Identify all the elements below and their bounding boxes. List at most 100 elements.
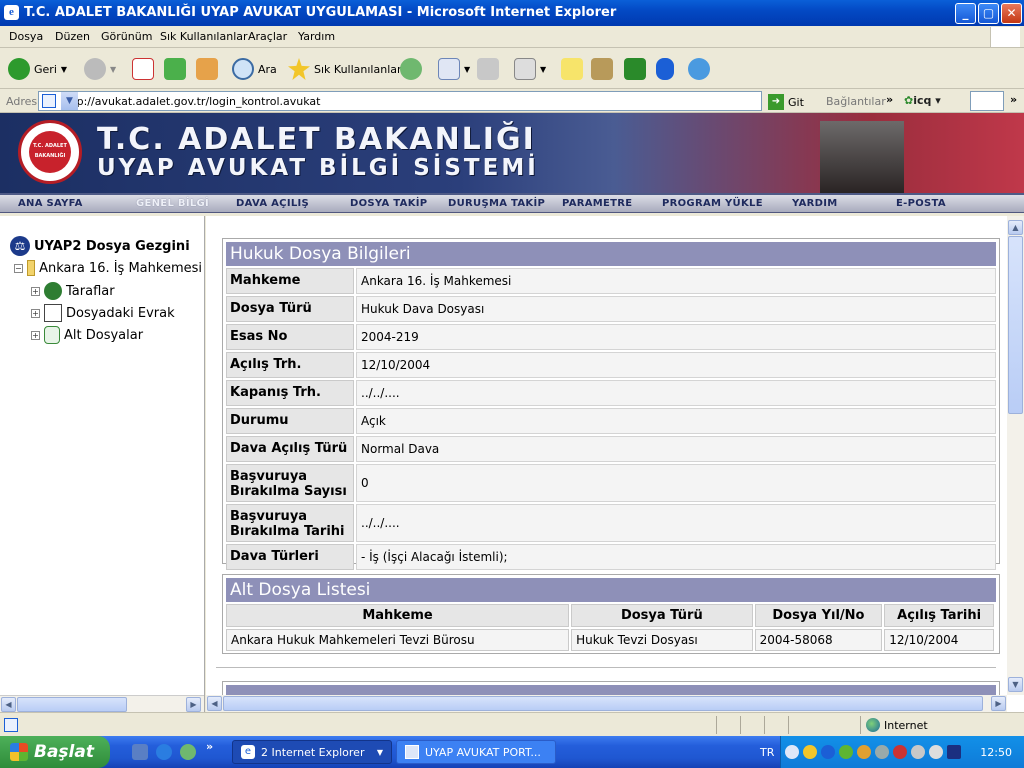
ie-quicklaunch-icon[interactable] [156,744,172,760]
sub-file-title: Alt Dosya Listesi [226,578,996,602]
menu-araclar[interactable]: Araçlar [248,30,287,43]
bluetooth-tray-icon[interactable] [821,745,835,759]
favorites-label: Sık Kullanılanlar [314,62,402,76]
minimize-button[interactable]: _ [955,3,976,24]
ie-icon: e [4,5,19,20]
nav-durusma-takip[interactable]: DURUŞMA TAKİP [448,198,545,209]
left-horizontal-scrollbar[interactable]: ◀ ▶ [0,695,204,712]
tray-icon[interactable] [911,745,925,759]
links-label[interactable]: Bağlantılar [826,95,886,108]
sub-file-card: Alt Dosya Listesi Mahkeme Dosya Türü Dos… [222,574,1000,654]
icq-flower-icon [624,58,646,80]
chevron-icon[interactable]: » [1010,93,1017,106]
favorites-button[interactable]: Sık Kullanılanlar [288,57,402,81]
discuss-button[interactable] [561,57,583,81]
maximize-button[interactable]: ▢ [978,3,999,24]
go-button[interactable]: ➜ Git [768,94,804,110]
tray-expand-icon[interactable] [785,745,799,759]
scroll-up-icon[interactable]: ▲ [1008,220,1023,235]
icq-search-input[interactable] [970,91,1004,111]
scroll-right-icon[interactable]: ▶ [991,696,1006,711]
search-button[interactable]: Ara [232,57,277,81]
vertical-scrollbar[interactable]: ▲ ▼ [1007,216,1024,695]
stop-button[interactable] [132,57,154,81]
search-label: Ara [258,62,277,76]
horizontal-scroll-thumb[interactable] [223,696,983,711]
horizontal-scrollbar[interactable]: ◀ ▶ [206,695,1007,712]
tray-icon[interactable] [803,745,817,759]
tray-icon[interactable] [857,745,871,759]
edit-button[interactable]: ▼ [514,57,546,81]
info-key: Başvuruya Bırakılma Tarihi [226,504,354,542]
language-indicator[interactable]: TR [760,746,774,759]
address-input[interactable]: http://avukat.adalet.gov.tr/login_kontro… [38,91,762,111]
forward-button[interactable]: ▼ [84,57,116,81]
clock[interactable]: 12:50 [980,746,1012,759]
tree-node-taraflar[interactable]: + Taraflar [31,282,115,300]
menu-yardim[interactable]: Yardım [298,30,335,43]
table-row[interactable]: Ankara Hukuk Mahkemeleri Tevzi Bürosu Hu… [226,629,996,651]
nav-dava-acilis[interactable]: DAVA AÇILIŞ [236,198,309,209]
bluetooth-icon [656,58,674,80]
window-titlebar[interactable]: e T.C. ADALET BAKANLIĞI UYAP AVUKAT UYGU… [0,0,1024,26]
vertical-scroll-thumb[interactable] [1008,236,1023,414]
expand-icon[interactable]: + [31,286,40,296]
nav-program-yukle[interactable]: PROGRAM YÜKLE [662,198,763,209]
nav-dosya-takip[interactable]: DOSYA TAKİP [350,198,427,209]
info-key: Esas No [226,324,354,350]
star-icon [288,58,310,80]
menu-favorites[interactable]: Sık Kullanılanlar [160,30,248,43]
menu-duzen[interactable]: Düzen [55,30,90,43]
history-button[interactable] [400,57,422,81]
messenger-quicklaunch-icon[interactable] [180,744,196,760]
nav-ana-sayfa[interactable]: ANA SAYFA [18,198,83,209]
tray-icon[interactable] [839,745,853,759]
tree-node-court[interactable]: − Ankara 16. İş Mahkemesi [14,260,202,276]
taskbar: Başlat » e 2 Internet Explorer ▼ UYAP AV… [0,736,1024,768]
scroll-left-icon[interactable]: ◀ [1,697,16,712]
tray-icon[interactable] [893,745,907,759]
nav-e-posta[interactable]: E-POSTA [896,198,946,209]
back-button[interactable]: Geri ▼ [8,57,67,81]
research-button[interactable] [591,57,613,81]
taskbar-ie-group[interactable]: e 2 Internet Explorer ▼ [232,740,392,764]
chevron-icon[interactable]: » [886,93,893,106]
menu-bar: Dosya Düzen Görünüm Sık Kullanılanlar Ar… [0,26,1024,48]
bluetooth-button[interactable] [656,57,674,81]
home-button[interactable] [196,57,218,81]
expand-icon[interactable]: + [31,308,40,318]
scroll-down-icon[interactable]: ▼ [1008,677,1023,692]
collapse-icon[interactable]: − [14,263,23,273]
info-value: Hukuk Dava Dosyası [356,296,996,322]
scroll-thumb[interactable] [17,697,127,712]
tree-node-evrak[interactable]: + Dosyadaki Evrak [31,304,175,322]
nav-parametre[interactable]: PARAMETRE [562,198,632,209]
ie-icon: e [241,745,255,759]
edit-icon [514,58,536,80]
address-dropdown-icon[interactable]: ▼ [61,92,78,110]
start-button[interactable]: Başlat [0,736,110,768]
refresh-button[interactable] [164,57,186,81]
icq-toolbar-button[interactable] [624,57,646,81]
scroll-left-icon[interactable]: ◀ [207,696,222,711]
icq-button[interactable]: ✿icq ▾ [904,94,941,107]
tree-root[interactable]: ⚖ UYAP2 Dosya Gezgini [10,236,190,256]
menu-dosya[interactable]: Dosya [9,30,43,43]
volume-icon[interactable] [929,745,943,759]
expand-icon[interactable]: + [31,330,40,340]
nav-genel-bilgi[interactable]: GENEL BİLGİ [136,198,209,209]
nav-yardim[interactable]: YARDIM [792,198,838,209]
scroll-right-icon[interactable]: ▶ [186,697,201,712]
close-button[interactable]: ✕ [1001,3,1022,24]
messenger-button[interactable] [688,57,710,81]
show-desktop-icon[interactable] [132,744,148,760]
taskbar-uyap-window[interactable]: UYAP AVUKAT PORT... [396,740,556,764]
chevron-icon[interactable]: » [206,740,213,753]
col-header-dosya-turu: Dosya Türü [571,604,753,627]
print-button[interactable] [477,57,499,81]
mail-button[interactable]: ▼ [438,57,470,81]
tree-node-alt-dosyalar[interactable]: + Alt Dosyalar [31,326,143,344]
tray-icon[interactable] [947,745,961,759]
network-icon[interactable] [875,745,889,759]
menu-gorunum[interactable]: Görünüm [101,30,152,43]
